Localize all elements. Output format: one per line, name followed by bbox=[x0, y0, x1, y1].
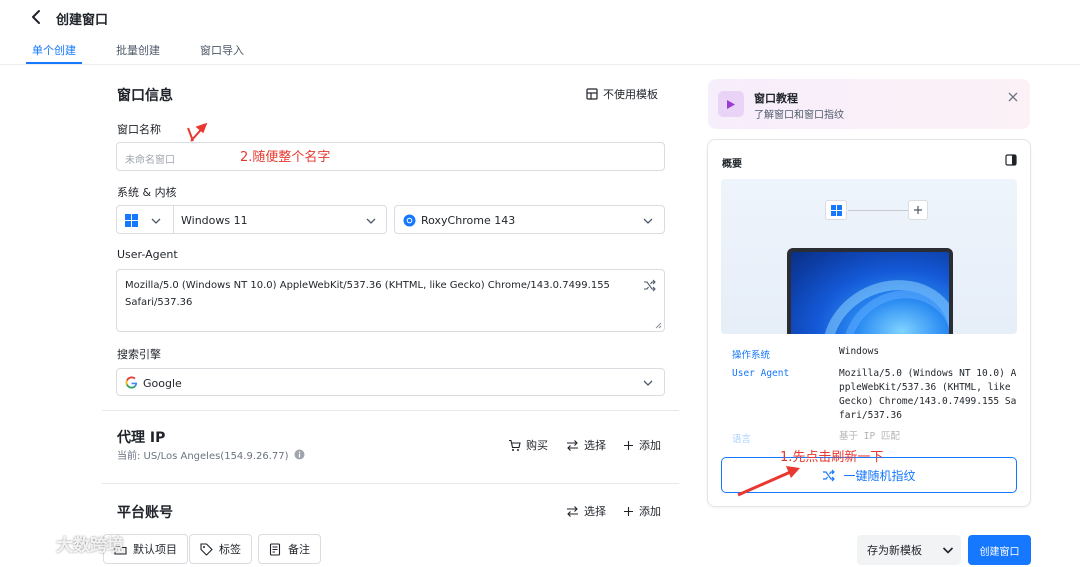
annotation-arrow-step1 bbox=[737, 466, 800, 497]
annotation-arrow-step2 bbox=[187, 122, 208, 142]
annotation-step2: 2.随便整个名字 bbox=[240, 150, 331, 165]
annotation-step1: 1.先点击刷新一下 bbox=[780, 450, 884, 465]
annotation-arrows bbox=[187, 122, 800, 497]
